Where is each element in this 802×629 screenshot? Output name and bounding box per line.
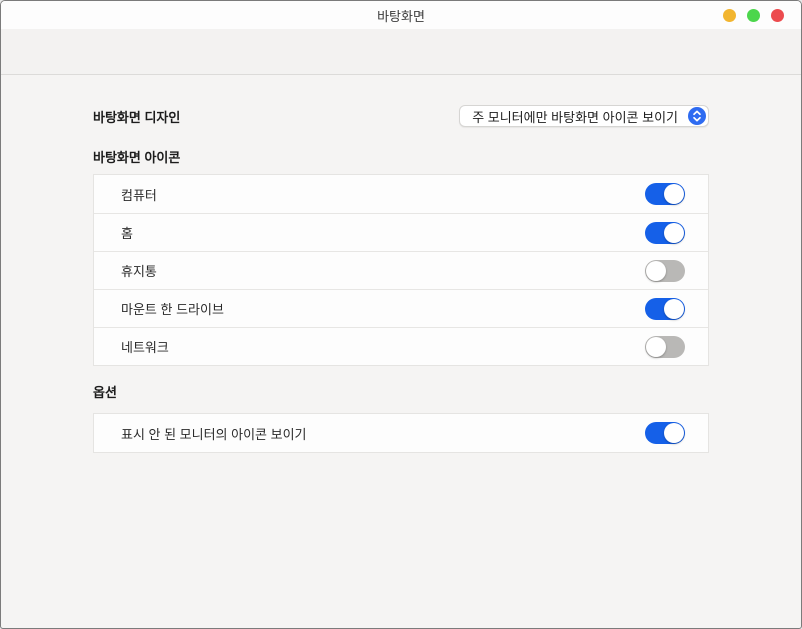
- toolbar-strip: [1, 29, 801, 75]
- toggle-switch[interactable]: [645, 259, 685, 282]
- settings-content: 바탕화면 디자인 주 모니터에만 바탕화면 아이콘 보이기 바탕화면 아이콘 컴…: [1, 75, 801, 453]
- maximize-button[interactable]: [747, 8, 760, 22]
- desktop-design-dropdown[interactable]: 주 모니터에만 바탕화면 아이콘 보이기: [459, 105, 709, 127]
- toggle-knob: [664, 222, 684, 243]
- close-button[interactable]: [771, 8, 784, 22]
- list-item: 컴퓨터: [94, 175, 708, 213]
- toggle-switch[interactable]: [645, 335, 685, 358]
- toggle-switch[interactable]: [645, 183, 685, 205]
- toggle-knob: [664, 184, 684, 204]
- titlebar: 바탕화면: [1, 1, 801, 29]
- dropdown-selected-value: 주 모니터에만 바탕화면 아이콘 보이기: [472, 109, 678, 125]
- minimize-button[interactable]: [723, 8, 736, 22]
- list-item: 표시 안 된 모니터의 아이콘 보이기: [94, 414, 708, 452]
- options-section-label: 옵션: [93, 385, 117, 400]
- list-item-label: 컴퓨터: [121, 187, 157, 203]
- list-item: 네트워크: [94, 327, 708, 365]
- toggle-switch[interactable]: [645, 297, 685, 320]
- list-item-label: 네트워크: [121, 340, 169, 355]
- toggle-knob: [664, 423, 684, 443]
- toggle-switch[interactable]: [645, 422, 685, 444]
- list-item: 홈: [94, 213, 708, 251]
- desktop-icons-list: 컴퓨터 홈 휴지통 마운트 한 드라이브 네트워크: [93, 174, 709, 366]
- list-item: 마운트 한 드라이브: [94, 289, 708, 327]
- desktop-design-label: 바탕화면 디자인: [93, 109, 181, 125]
- window-title: 바탕화면: [377, 8, 425, 24]
- options-list: 표시 안 된 모니터의 아이콘 보이기: [93, 413, 709, 453]
- list-item: 휴지통: [94, 251, 708, 289]
- list-item-label: 표시 안 된 모니터의 아이콘 보이기: [121, 426, 307, 442]
- toggle-knob: [646, 260, 666, 281]
- desktop-design-row: 바탕화면 디자인 주 모니터에만 바탕화면 아이콘 보이기: [93, 105, 709, 127]
- list-item-label: 마운트 한 드라이브: [121, 302, 224, 317]
- toggle-switch[interactable]: [645, 221, 685, 244]
- list-item-label: 홈: [121, 226, 133, 241]
- chevron-up-down-icon: [688, 107, 706, 125]
- toggle-knob: [664, 298, 684, 319]
- window-controls: [723, 1, 784, 29]
- desktop-icons-section-label: 바탕화면 아이콘: [93, 150, 181, 165]
- settings-window: 바탕화면 바탕화면 디자인 주 모니터에만 바탕화면 아이콘 보이기 바탕화면 …: [0, 0, 802, 629]
- toggle-knob: [646, 336, 666, 357]
- list-item-label: 휴지통: [121, 264, 157, 279]
